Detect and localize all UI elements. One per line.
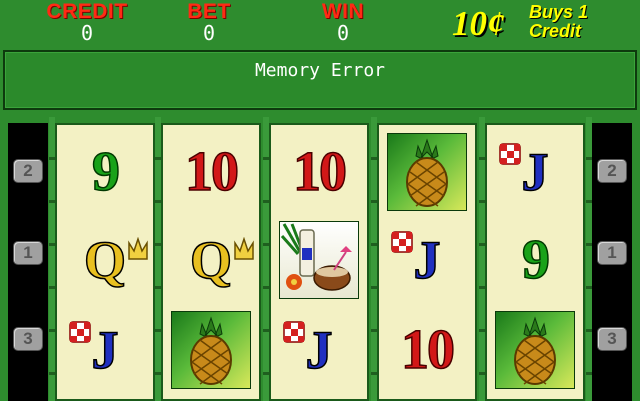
credit-display: CREDIT 0 <box>32 0 142 45</box>
nine-symbol: 9 <box>521 228 551 292</box>
crown-icon <box>234 237 254 260</box>
queen-symbol: Q <box>83 229 127 291</box>
cocktail-symbol <box>279 220 359 299</box>
promo-amount: 10¢ <box>452 4 505 43</box>
reel-1: 9 Q J <box>55 123 155 401</box>
pineapple-symbol <box>495 310 575 389</box>
reel-1-symbol-top: 9 <box>57 127 153 216</box>
queen-symbol: Q <box>189 229 233 291</box>
credit-label: CREDIT <box>46 0 128 23</box>
ten-symbol: 10 <box>184 140 240 204</box>
jack-symbol: J <box>413 229 442 291</box>
payline-indicator-right-bottom[interactable]: 3 <box>597 327 627 351</box>
checkered-shield-icon <box>391 231 413 253</box>
reel-3: 10 J <box>269 123 369 401</box>
payline-indicator-right-top[interactable]: 2 <box>597 159 627 183</box>
pineapple-icon <box>514 315 556 385</box>
payline-indicator-right-middle[interactable]: 1 <box>597 241 627 265</box>
reel-5-symbol-middle: 9 <box>487 215 583 304</box>
promo-text: Buys 1 Credit <box>529 3 588 41</box>
reel-2-symbol-bottom <box>163 305 259 394</box>
reel-3-symbol-top: 10 <box>271 127 367 216</box>
pineapple-icon <box>190 315 232 385</box>
stats-bar: CREDIT 0 BET 0 WIN 0 10¢ Buys 1 Credit <box>0 0 640 48</box>
message-text: Memory Error <box>254 60 386 81</box>
cocktail-icon <box>280 222 352 291</box>
right-payline-column: 2 1 3 <box>592 123 632 401</box>
reel-4-symbol-middle: J <box>379 215 475 304</box>
crown-icon <box>128 237 148 260</box>
bet-display: BET 0 <box>154 0 264 45</box>
pineapple-symbol <box>387 132 467 211</box>
win-display: WIN 0 <box>288 0 398 45</box>
left-payline-column: 2 1 3 <box>8 123 48 401</box>
checkered-shield-icon <box>69 321 91 343</box>
pineapple-symbol <box>171 310 251 389</box>
reel-4-symbol-bottom: 10 <box>379 305 475 394</box>
promo-text-line2: Credit <box>529 21 582 41</box>
ten-symbol: 10 <box>292 140 348 204</box>
promo-text-line1: Buys 1 <box>529 2 589 22</box>
message-bar: Memory Error <box>3 50 637 110</box>
checkered-shield-icon <box>283 321 305 343</box>
checkered-shield-icon <box>499 143 521 165</box>
bet-label: BET <box>187 0 231 23</box>
payline-indicator-left-middle[interactable]: 1 <box>13 241 43 265</box>
credit-value: 0 <box>80 21 94 45</box>
denomination-promo: 10¢ Buys 1 Credit <box>452 2 632 46</box>
reel-3-symbol-middle <box>271 215 367 304</box>
payline-indicator-left-top[interactable]: 2 <box>13 159 43 183</box>
reel-5-symbol-top: J <box>487 127 583 216</box>
reel-5-symbol-bottom <box>487 305 583 394</box>
reel-5: J 9 <box>485 123 585 401</box>
payline-indicator-left-bottom[interactable]: 3 <box>13 327 43 351</box>
reel-2: 10 Q <box>161 123 261 401</box>
reel-3-symbol-bottom: J <box>271 305 367 394</box>
win-label: WIN <box>321 0 365 23</box>
pineapple-icon <box>406 137 448 207</box>
bet-value: 0 <box>202 21 216 45</box>
reel-1-symbol-bottom: J <box>57 305 153 394</box>
reel-area: 2 1 3 2 1 3 9 Q J 10 Q 10 J J 10 J 9 <box>0 117 640 401</box>
ten-symbol: 10 <box>400 318 456 382</box>
reel-4-symbol-top <box>379 127 475 216</box>
jack-symbol: J <box>305 319 334 381</box>
win-value: 0 <box>336 21 350 45</box>
nine-symbol: 9 <box>91 140 121 204</box>
reel-2-symbol-middle: Q <box>163 215 259 304</box>
reel-1-symbol-middle: Q <box>57 215 153 304</box>
reel-separator <box>586 117 592 401</box>
jack-symbol: J <box>521 141 550 203</box>
reel-2-symbol-top: 10 <box>163 127 259 216</box>
jack-symbol: J <box>91 319 120 381</box>
reel-4: J 10 <box>377 123 477 401</box>
